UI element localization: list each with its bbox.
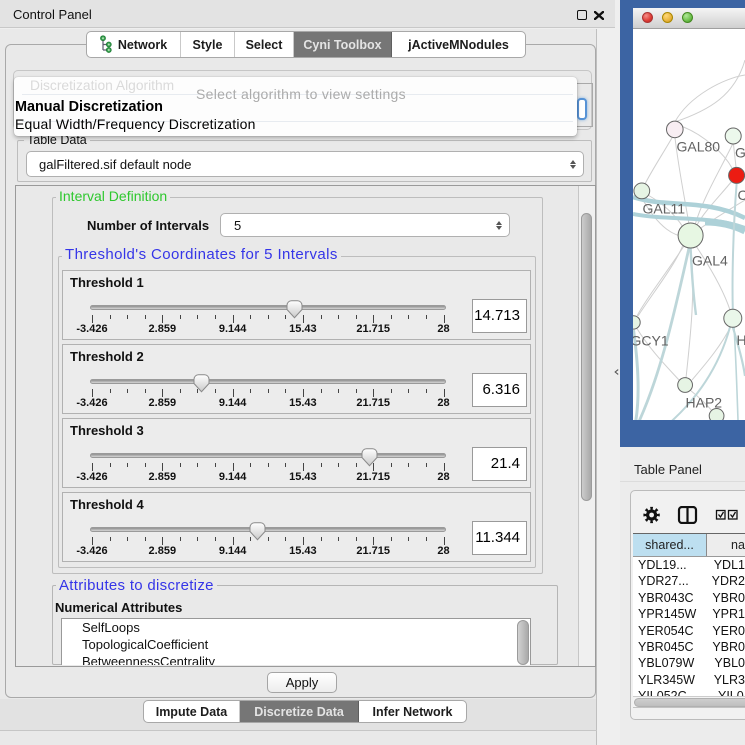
svg-text:GAL4: GAL4: [692, 253, 728, 269]
svg-text:GAL11: GAL11: [643, 201, 686, 217]
svg-text:GCY1: GCY1: [633, 333, 669, 349]
svg-text:C: C: [738, 187, 745, 203]
svg-text:HAP2: HAP2: [686, 395, 723, 411]
svg-text:G.: G.: [735, 145, 745, 161]
svg-text:H: H: [737, 332, 745, 348]
svg-text:GAL80: GAL80: [677, 139, 721, 155]
